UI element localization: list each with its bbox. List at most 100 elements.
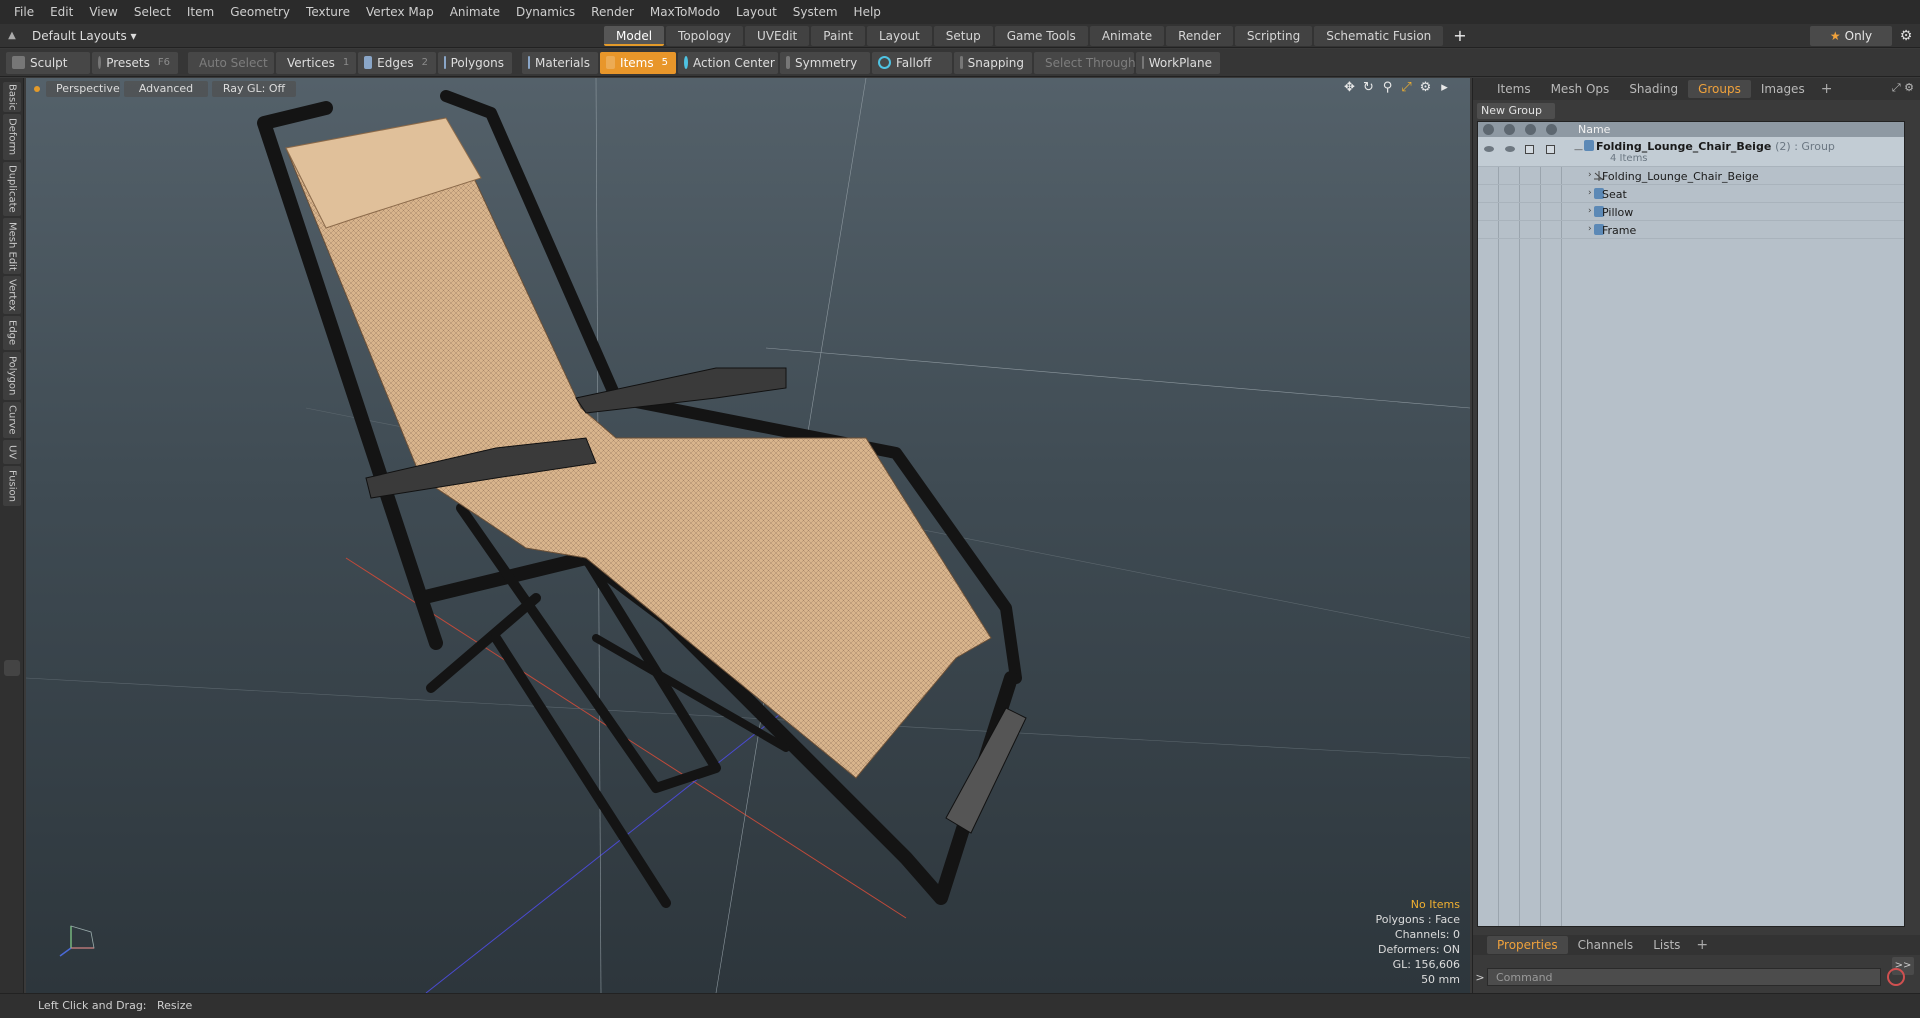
3d-viewport[interactable]: Perspective Advanced Ray GL: Off ✥ ↻ ⚲ ⤢…	[26, 78, 1470, 993]
only-button[interactable]: ★ Only	[1810, 26, 1892, 46]
left-tab-curve[interactable]: Curve	[3, 402, 21, 438]
edges-button[interactable]: Edges 2	[358, 51, 436, 74]
layout-select[interactable]: Default Layouts ▾	[24, 29, 164, 43]
left-tab-vertex[interactable]: Vertex	[3, 276, 21, 314]
falloff-button[interactable]: Falloff	[872, 51, 952, 74]
lock-checkbox[interactable]	[1525, 145, 1534, 154]
workplane-button[interactable]: WorkPlane	[1136, 51, 1220, 74]
panel-toggle-icon[interactable]	[4, 660, 20, 676]
polygons-button[interactable]: Polygons	[438, 51, 512, 74]
layout-tab-setup[interactable]: Setup	[933, 26, 993, 46]
group-child-row[interactable]: › Pillow	[1478, 203, 1904, 221]
group-row[interactable]: — Folding_Lounge_Chair_Beige (2) : Group…	[1478, 137, 1904, 167]
pan-icon[interactable]: ✥	[1340, 80, 1359, 95]
panel-tab-shading[interactable]: Shading	[1619, 80, 1688, 98]
menu-edit[interactable]: Edit	[42, 0, 81, 24]
layout-tab-topology[interactable]: Topology	[666, 26, 744, 46]
panel-tab-groups[interactable]: Groups	[1688, 80, 1751, 98]
viewport-menu-dot[interactable]	[34, 86, 40, 92]
menu-dynamics[interactable]: Dynamics	[508, 0, 583, 24]
panel-options-icon[interactable]: ⤢ ⚙	[1892, 81, 1914, 95]
menu-maxtomodo[interactable]: MaxToModo	[642, 0, 728, 24]
symmetry-button[interactable]: Symmetry	[780, 51, 870, 74]
left-tab-duplicate[interactable]: Duplicate	[3, 162, 21, 216]
raygl-button[interactable]: Ray GL: Off	[212, 81, 296, 97]
group-child-row[interactable]: › Frame	[1478, 221, 1904, 239]
items-button[interactable]: Items 5	[600, 51, 676, 74]
layout-tab-scripting[interactable]: Scripting	[1234, 26, 1313, 46]
bottom-tab-channels[interactable]: Channels	[1568, 936, 1644, 954]
view-mode-button[interactable]: Perspective	[46, 81, 120, 97]
lock-header-icon[interactable]	[1525, 124, 1536, 135]
left-tab-uv[interactable]: UV	[3, 440, 21, 464]
render-toggle-icon[interactable]	[1505, 146, 1515, 152]
left-tab-fusion[interactable]: Fusion	[3, 466, 21, 506]
record-icon[interactable]	[1887, 968, 1905, 986]
action-center-button[interactable]: Action Center	[678, 51, 778, 74]
layout-tab-game-tools[interactable]: Game Tools	[994, 26, 1088, 46]
add-layout-tab-button[interactable]: +	[1445, 26, 1474, 46]
group-child-row[interactable]: › Seat	[1478, 185, 1904, 203]
left-tab-mesh-edit[interactable]: Mesh Edit	[3, 218, 21, 274]
name-column-header[interactable]: Name	[1578, 123, 1610, 136]
collapse-icon[interactable]: —	[1574, 145, 1583, 155]
add-panel-tab-button[interactable]: +	[1815, 81, 1839, 97]
settings-icon[interactable]: ⚙	[1416, 80, 1435, 95]
left-tab-edge[interactable]: Edge	[3, 316, 21, 350]
snapping-button[interactable]: Snapping	[954, 51, 1032, 74]
materials-button[interactable]: Materials	[522, 51, 598, 74]
menu-select[interactable]: Select	[126, 0, 179, 24]
menu-system[interactable]: System	[785, 0, 846, 24]
sculpt-button[interactable]: Sculpt	[6, 51, 90, 74]
menu-render[interactable]: Render	[583, 0, 642, 24]
bottom-tab-lists[interactable]: Lists	[1643, 936, 1690, 954]
panel-tab-items[interactable]: Items	[1487, 80, 1541, 98]
select-through-button[interactable]: Select Through	[1034, 51, 1136, 74]
left-tab-basic[interactable]: Basic	[3, 82, 21, 112]
layout-tab-uvedit[interactable]: UVEdit	[745, 26, 810, 46]
maximize-icon[interactable]: ⤢	[1397, 80, 1416, 95]
layout-tab-model[interactable]: Model	[604, 26, 665, 46]
scene-render[interactable]	[26, 78, 1470, 993]
layout-tab-render[interactable]: Render	[1166, 26, 1233, 46]
layout-tab-layout[interactable]: Layout	[866, 26, 932, 46]
panel-tab-mesh-ops[interactable]: Mesh Ops	[1541, 80, 1620, 98]
select-header-icon[interactable]	[1546, 124, 1557, 135]
menu-view[interactable]: View	[81, 0, 125, 24]
shading-button[interactable]: Advanced	[124, 81, 208, 97]
left-tab-deform[interactable]: Deform	[3, 114, 21, 160]
vertices-button[interactable]: Vertices 1	[276, 51, 356, 74]
add-bottom-tab-button[interactable]: +	[1690, 937, 1714, 953]
menu-item[interactable]: Item	[179, 0, 222, 24]
gear-icon[interactable]: ⚙	[1892, 28, 1920, 44]
menu-help[interactable]: Help	[846, 0, 889, 24]
group-child-row[interactable]: › Folding_Lounge_Chair_Beige	[1478, 167, 1904, 185]
zoom-icon[interactable]: ⚲	[1378, 80, 1397, 95]
layout-collapse-icon[interactable]: ▲	[0, 30, 24, 41]
expand-arrow-icon[interactable]: ›	[1588, 170, 1592, 180]
new-group-button[interactable]: New Group	[1477, 103, 1555, 119]
menu-texture[interactable]: Texture	[298, 0, 358, 24]
left-tab-polygon[interactable]: Polygon	[3, 352, 21, 400]
panel-tab-images[interactable]: Images	[1751, 80, 1815, 98]
expand-arrow-icon[interactable]: ›	[1588, 188, 1592, 198]
layout-tab-schematic-fusion[interactable]: Schematic Fusion	[1314, 26, 1444, 46]
menu-vertex-map[interactable]: Vertex Map	[358, 0, 442, 24]
visibility-header-icon[interactable]	[1483, 124, 1494, 135]
layout-tab-paint[interactable]: Paint	[811, 26, 865, 46]
expand-arrow-icon[interactable]: ›	[1588, 224, 1592, 234]
layout-tab-animate[interactable]: Animate	[1089, 26, 1165, 46]
rotate-icon[interactable]: ↻	[1359, 80, 1378, 95]
menu-geometry[interactable]: Geometry	[222, 0, 298, 24]
auto-select-button[interactable]: Auto Select	[188, 51, 274, 74]
menu-layout[interactable]: Layout	[728, 0, 785, 24]
menu-file[interactable]: File	[6, 0, 42, 24]
bottom-tab-properties[interactable]: Properties	[1487, 936, 1568, 954]
render-header-icon[interactable]	[1504, 124, 1515, 135]
presets-button[interactable]: Presets F6	[92, 51, 178, 74]
play-arrow-icon[interactable]: ▸	[1435, 80, 1454, 95]
expand-arrow-icon[interactable]: ›	[1588, 206, 1592, 216]
command-input[interactable]: Command	[1487, 968, 1881, 986]
select-checkbox[interactable]	[1546, 145, 1555, 154]
eye-icon[interactable]	[1484, 146, 1494, 152]
